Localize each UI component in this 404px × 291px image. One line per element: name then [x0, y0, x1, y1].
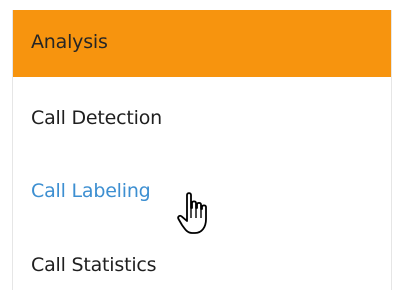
menu-item-label: Call Detection	[31, 107, 163, 129]
analysis-menu: Analysis Call Detection Call Labeling Ca…	[12, 10, 392, 290]
menu-header-label: Analysis	[31, 31, 108, 53]
menu-header-analysis[interactable]: Analysis	[13, 10, 391, 77]
menu-item-label: Call Labeling	[31, 180, 151, 202]
menu-item-call-detection[interactable]: Call Detection	[13, 97, 391, 141]
menu-item-label: Call Statistics	[31, 254, 157, 276]
menu-item-call-statistics[interactable]: Call Statistics	[13, 244, 391, 288]
hand-pointer-icon	[177, 192, 207, 234]
